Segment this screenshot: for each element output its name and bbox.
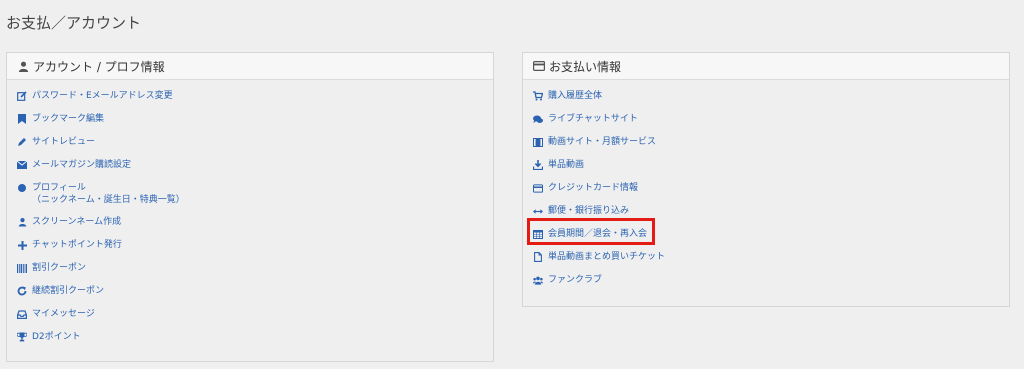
link-newsletter-settings[interactable]: メールマガジン購読設定 [17, 159, 493, 182]
account-profile-title: アカウント / プロフ情報 [33, 59, 165, 74]
payment-info-title: お支払い情報 [549, 59, 622, 74]
account-profile-list: パスワード・Eメールアドレス変更 ブックマーク編集 サイトレビュー メールマガジ… [7, 80, 493, 354]
pencil-icon [17, 136, 27, 148]
refresh-icon [17, 285, 27, 297]
credit-card-icon [533, 182, 543, 194]
payment-info-list: 購入履歴全体 ライブチャットサイト 動画サイト・月額サービス 単品動画 クレジッ… [523, 80, 1009, 297]
arrows-h-icon [533, 205, 543, 217]
link-fan-club[interactable]: ファンクラブ [533, 274, 1009, 297]
link-credit-card-info[interactable]: クレジットカード情報 [533, 182, 1009, 205]
link-bundle-ticket[interactable]: 単品動画まとめ買いチケット [533, 251, 1009, 274]
user-icon [17, 60, 29, 72]
link-profile[interactable]: プロフィール （ニックネーム・誕生日・特典一覧） [17, 182, 493, 216]
cart-icon [533, 90, 543, 102]
payment-info-panel: お支払い情報 購入履歴全体 ライブチャットサイト 動画サイト・月額サービス 単品… [522, 52, 1010, 307]
film-icon [533, 136, 543, 148]
link-continuous-coupon[interactable]: 継続割引クーポン [17, 285, 493, 308]
edit-icon [17, 90, 27, 102]
trophy-icon [17, 331, 27, 343]
link-single-videos[interactable]: 単品動画 [533, 159, 1009, 182]
link-screen-name[interactable]: スクリーンネーム作成 [17, 216, 493, 239]
link-chat-points[interactable]: チャットポイント発行 [17, 239, 493, 262]
plus-icon [17, 239, 27, 251]
file-icon [533, 251, 543, 263]
link-video-monthly-services[interactable]: 動画サイト・月額サービス [533, 136, 1009, 159]
circle-icon [17, 182, 27, 194]
barcode-icon [17, 262, 27, 274]
link-d2-points[interactable]: D2ポイント [17, 331, 493, 354]
account-profile-panel: アカウント / プロフ情報 パスワード・Eメールアドレス変更 ブックマーク編集 … [6, 52, 494, 362]
highlight-box [527, 218, 655, 245]
link-site-review[interactable]: サイトレビュー [17, 136, 493, 159]
inbox-icon [17, 308, 27, 320]
comments-icon [533, 113, 543, 125]
bookmark-icon [17, 113, 27, 125]
link-purchase-history[interactable]: 購入履歴全体 [533, 90, 1009, 113]
link-live-chat-sites[interactable]: ライブチャットサイト [533, 113, 1009, 136]
credit-card-icon [533, 60, 545, 72]
download-icon [533, 159, 543, 171]
page-title: お支払／アカウント [6, 14, 142, 32]
account-profile-header: アカウント / プロフ情報 [7, 53, 493, 80]
users-icon [533, 274, 543, 286]
envelope-icon [17, 159, 27, 171]
link-my-messages[interactable]: マイメッセージ [17, 308, 493, 331]
link-password-email[interactable]: パスワード・Eメールアドレス変更 [17, 90, 493, 113]
user-icon [17, 216, 27, 228]
link-bookmark-edit[interactable]: ブックマーク編集 [17, 113, 493, 136]
payment-info-header: お支払い情報 [523, 53, 1009, 80]
link-discount-coupon[interactable]: 割引クーポン [17, 262, 493, 285]
